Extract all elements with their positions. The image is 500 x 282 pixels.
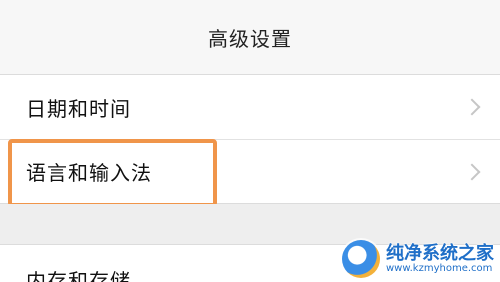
settings-item-label: 内存和存储 (26, 269, 131, 282)
section-divider (0, 204, 500, 244)
settings-item-date-time[interactable]: 日期和时间 (0, 75, 500, 139)
settings-screen: 高级设置 日期和时间 语言和输入法 内存和存储 纯净系统之家 www.kzmyh… (0, 0, 500, 282)
chevron-right-icon (463, 98, 481, 116)
page-title: 高级设置 (208, 26, 292, 51)
settings-item-label: 语言和输入法 (26, 161, 152, 185)
watermark: 纯净系统之家 www.kzmyhome.com (342, 240, 494, 278)
settings-item-language-input[interactable]: 语言和输入法 (0, 139, 500, 203)
settings-list: 日期和时间 语言和输入法 (0, 75, 500, 204)
watermark-text: 纯净系统之家 www.kzmyhome.com (386, 242, 494, 275)
logo-icon (342, 240, 380, 278)
top-bar: 高级设置 (0, 0, 500, 75)
watermark-url: www.kzmyhome.com (386, 263, 493, 275)
watermark-name: 纯净系统之家 (386, 242, 494, 264)
settings-item-label: 日期和时间 (26, 96, 131, 121)
chevron-right-icon (463, 163, 481, 180)
